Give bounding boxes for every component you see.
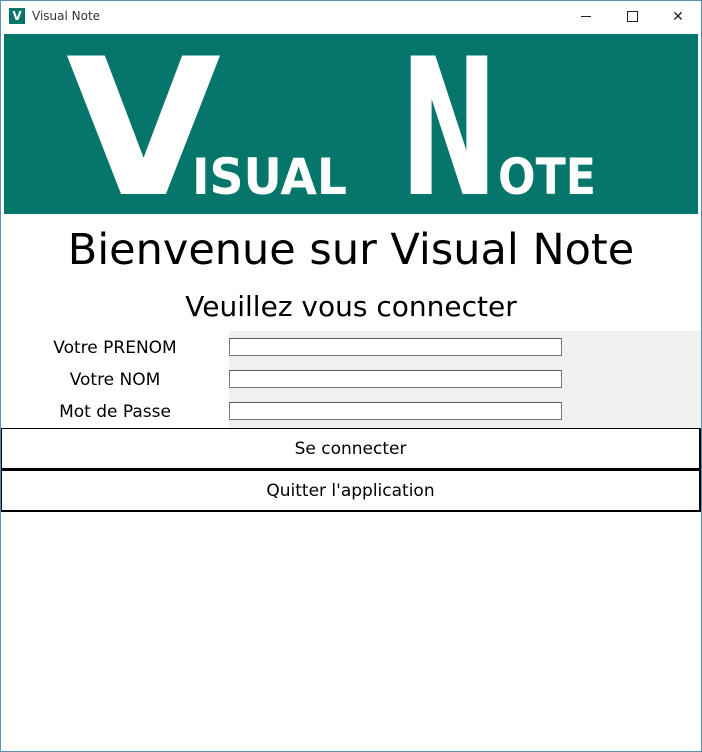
app-window: V Visual Note ✕ V ISUAL N OTE Bienvenue … bbox=[0, 0, 702, 752]
login-button[interactable]: Se connecter bbox=[1, 428, 701, 470]
visual-note-logo: V ISUAL N OTE bbox=[66, 34, 596, 214]
window-title: Visual Note bbox=[32, 9, 101, 23]
title-bar[interactable]: V Visual Note ✕ bbox=[1, 1, 701, 32]
password-label: Mot de Passe bbox=[59, 402, 171, 422]
logo-banner: V ISUAL N OTE bbox=[4, 34, 698, 214]
last-name-label: Votre NOM bbox=[69, 370, 161, 390]
close-icon: ✕ bbox=[672, 8, 684, 25]
last-name-input[interactable] bbox=[229, 370, 562, 388]
logo-letter-n: N bbox=[400, 34, 498, 214]
welcome-heading: Bienvenue sur Visual Note bbox=[67, 225, 635, 275]
minimize-button[interactable] bbox=[563, 1, 609, 32]
app-logo-icon: V bbox=[9, 8, 25, 24]
quit-button[interactable]: Quitter l'application bbox=[1, 470, 701, 512]
login-subtitle: Veuillez vous connecter bbox=[185, 290, 517, 323]
logo-word-isual: ISUAL bbox=[192, 148, 347, 206]
maximize-icon bbox=[626, 11, 638, 22]
password-input[interactable] bbox=[229, 402, 562, 420]
logo-word-ote: OTE bbox=[498, 148, 596, 206]
first-name-label: Votre PRENOM bbox=[53, 338, 177, 358]
minimize-icon bbox=[581, 16, 591, 17]
maximize-button[interactable] bbox=[609, 1, 655, 32]
first-name-input[interactable] bbox=[229, 338, 562, 356]
close-button[interactable]: ✕ bbox=[655, 1, 701, 32]
